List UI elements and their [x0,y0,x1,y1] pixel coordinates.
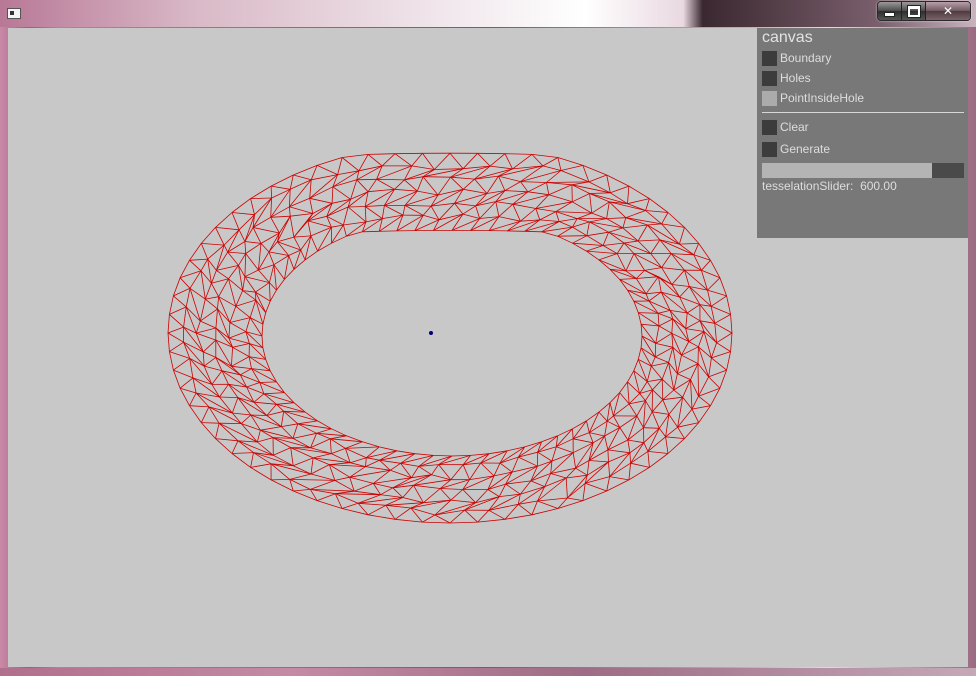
point-inside-hole-checkbox[interactable] [762,90,777,106]
panel-title: canvas [762,29,813,46]
maximize-button[interactable] [902,2,926,20]
generate-button-box[interactable] [762,141,777,157]
slider-name: tesselationSlider: [762,179,854,193]
holes-toggle[interactable]: Holes [762,70,811,86]
point-inside-hole-label: PointInsideHole [780,91,865,105]
canvas-area[interactable]: canvas Boundary Holes PointInsideHole Cl… [8,28,968,667]
generate-button[interactable]: Generate [762,141,830,157]
maximize-icon [906,4,921,18]
tesselation-slider-fill [762,163,932,178]
clear-label: Clear [780,120,809,134]
holes-checkbox[interactable] [762,70,777,86]
close-button[interactable]: ✕ [926,2,970,20]
tesselation-slider-label: tesselationSlider: 600.00 [762,179,897,193]
holes-label: Holes [780,71,811,85]
close-icon: ✕ [942,4,954,18]
tesselation-slider[interactable] [762,163,964,178]
control-panel: canvas Boundary Holes PointInsideHole Cl… [757,28,968,238]
window-bottom-frame [0,668,976,676]
mesh-edges [167,152,733,524]
title-bar[interactable]: ✕ [0,0,976,27]
window-controls: ✕ [877,1,971,21]
clear-button-box[interactable] [762,119,777,135]
generate-label: Generate [780,142,831,156]
boundary-checkbox[interactable] [762,50,777,66]
boundary-label: Boundary [780,51,832,65]
window-app-icon[interactable] [7,8,21,19]
minimize-icon [884,11,895,17]
point-inside-hole-toggle[interactable]: PointInsideHole [762,90,864,106]
point-inside-hole-marker [429,331,433,335]
boundary-toggle[interactable]: Boundary [762,50,831,66]
minimize-button[interactable] [878,2,902,20]
slider-value: 600.00 [860,179,897,193]
clear-button[interactable]: Clear [762,119,809,135]
panel-divider [762,112,964,113]
